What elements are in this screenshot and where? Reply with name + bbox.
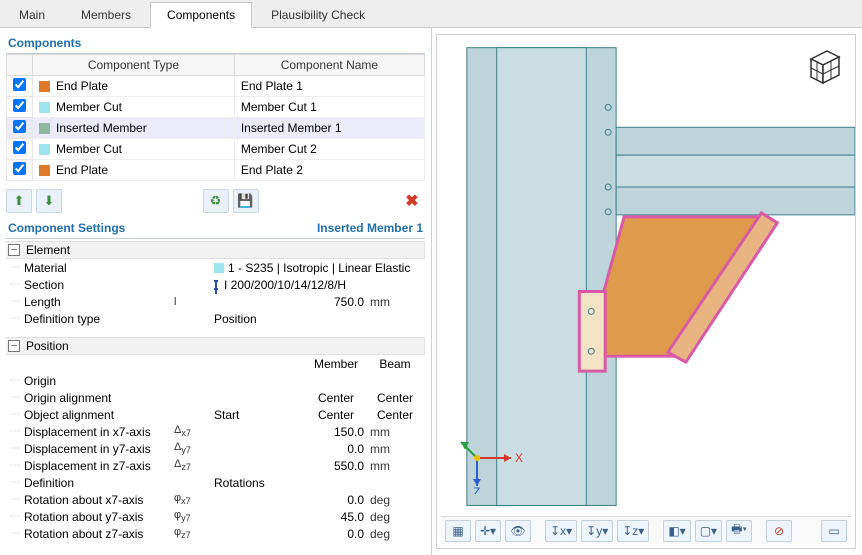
row-check[interactable] <box>13 120 26 133</box>
table-row[interactable]: Member Cut Member Cut 2 <box>7 139 425 160</box>
row-check[interactable] <box>13 99 26 112</box>
prop-rot-y[interactable]: ⋯ Rotation about y7-axis φy7 45.0 deg <box>6 508 425 525</box>
print-button[interactable]: 🖶▾ <box>726 520 752 542</box>
color-swatch <box>39 123 50 134</box>
table-row[interactable]: Member Cut Member Cut 1 <box>7 97 425 118</box>
row-name: Member Cut 2 <box>234 139 424 160</box>
settings-subject: Inserted Member 1 <box>317 221 423 235</box>
prop-deftype[interactable]: ⋯ Definition type Position <box>6 310 425 327</box>
viewport-toolbar: ▦ ✛▾ 👁 ↧x▾ ↧y▾ ↧z▾ ◧▾ ▢▾ 🖶▾ ⊘ ▭ <box>441 516 851 544</box>
color-swatch <box>39 81 50 92</box>
view-wire-button[interactable]: ▢▾ <box>695 520 722 542</box>
cube-wire-icon: ▢▾ <box>700 524 717 538</box>
prop-disp-z[interactable]: ⋯ Displacement in z7-axis Δz7 550.0 mm <box>6 457 425 474</box>
view-cube-icon[interactable] <box>801 45 845 89</box>
move-up-button[interactable]: ⬆ <box>6 189 32 213</box>
prop-definition[interactable]: ⋯ Definition Rotations <box>6 474 425 491</box>
close-icon: ✖ <box>405 191 418 211</box>
prop-object-alignment[interactable]: ⋯ Object alignment Start Center Center <box>6 406 425 423</box>
view-tool-2[interactable]: ✛▾ <box>475 520 501 542</box>
prop-disp-x[interactable]: ⋯ Displacement in x7-axis Δx7 150.0 mm <box>6 423 425 440</box>
row-check[interactable] <box>13 141 26 154</box>
settings-title: Component Settings <box>8 221 125 235</box>
prop-rot-z[interactable]: ⋯ Rotation about z7-axis φz7 0.0 deg <box>6 525 425 542</box>
row-type: End Plate <box>56 79 108 93</box>
table-row[interactable]: End Plate End Plate 2 <box>7 160 425 181</box>
maximize-button[interactable]: ▭ <box>821 520 847 542</box>
print-icon: 🖶▾ <box>731 520 747 541</box>
tab-main[interactable]: Main <box>2 2 62 27</box>
move-down-button[interactable]: ⬇ <box>36 189 62 213</box>
row-name: End Plate 2 <box>234 160 424 181</box>
tab-components[interactable]: Components <box>150 2 252 28</box>
col-type[interactable]: Component Type <box>33 55 235 76</box>
tab-strip: Main Members Components Plausibility Che… <box>0 0 862 28</box>
view-reset-button[interactable]: ⊘ <box>766 520 792 542</box>
settings-header: Component Settings Inserted Member 1 <box>6 219 425 239</box>
row-check[interactable] <box>13 78 26 91</box>
prop-origin[interactable]: ⋯ Origin <box>6 372 425 389</box>
components-table: Component Type Component Name End Plate … <box>6 54 425 181</box>
view-z-button[interactable]: ↧z▾ <box>617 520 649 542</box>
cube-shade-icon: ◧▾ <box>668 524 685 538</box>
tab-plausibility[interactable]: Plausibility Check <box>254 2 382 27</box>
model-render <box>437 35 855 548</box>
axis-y-icon: ↧y▾ <box>586 524 608 538</box>
save-button[interactable]: 💾 <box>233 189 259 213</box>
table-row[interactable]: Inserted Member Inserted Member 1 <box>7 118 425 139</box>
tab-members[interactable]: Members <box>64 2 148 27</box>
group-element[interactable]: – Element <box>6 241 425 259</box>
col-name[interactable]: Component Name <box>234 55 424 76</box>
components-toolbar: ⬆ ⬇ ♻ 💾 ✖ <box>6 181 425 219</box>
row-type: End Plate <box>56 163 108 177</box>
axis-z-icon: ↧z▾ <box>622 524 644 538</box>
prop-length[interactable]: ⋯ Length l 750.0 mm <box>6 293 425 310</box>
row-name: Member Cut 1 <box>234 97 424 118</box>
collapse-icon[interactable]: – <box>8 340 20 352</box>
model-viewport[interactable]: X Z ▦ ✛▾ 👁 ↧x▾ ↧y▾ ↧z▾ ◧▾ ▢▾ 🖶▾ ⊘ ▭ <box>436 34 856 549</box>
reset-icon: ⊘ <box>774 524 784 538</box>
row-name: Inserted Member 1 <box>234 118 424 139</box>
prop-material[interactable]: ⋯ Material 1 - S235 | Isotropic | Linear… <box>6 259 425 276</box>
axis-x-icon: ↧x▾ <box>550 524 572 538</box>
save-icon: 💾 <box>237 193 253 209</box>
axes-icon: ✛▾ <box>480 524 496 538</box>
components-title: Components <box>6 32 425 54</box>
row-type: Member Cut <box>56 142 122 156</box>
arrow-down-icon: ⬇ <box>44 193 55 209</box>
left-pane: Components Component Type Component Name… <box>0 28 432 555</box>
refresh-icon: ♻ <box>210 193 222 209</box>
grid-icon: ▦ <box>452 524 463 538</box>
prop-origin-alignment[interactable]: ⋯ Origin alignment Center Center <box>6 389 425 406</box>
material-swatch-icon <box>214 263 224 273</box>
table-row[interactable]: End Plate End Plate 1 <box>7 76 425 97</box>
prop-section[interactable]: ⋯ Section I 200/200/10/14/12/8/H <box>6 276 425 293</box>
prop-disp-y[interactable]: ⋯ Displacement in y7-axis Δy7 0.0 mm <box>6 440 425 457</box>
maximize-icon: ▭ <box>828 524 839 538</box>
section-profile-icon <box>214 280 218 290</box>
view-shade-button[interactable]: ◧▾ <box>663 520 690 542</box>
color-swatch <box>39 144 50 155</box>
view-x-button[interactable]: ↧x▾ <box>545 520 577 542</box>
collapse-icon[interactable]: – <box>8 244 20 256</box>
prop-rot-x[interactable]: ⋯ Rotation about x7-axis φx7 0.0 deg <box>6 491 425 508</box>
property-tree: – Element ⋯ Material 1 - S235 | Isotropi… <box>6 241 425 542</box>
arrow-up-icon: ⬆ <box>14 193 25 209</box>
position-subheader: Member Beam <box>6 355 425 372</box>
eye-icon: 👁 <box>510 524 525 538</box>
delete-button[interactable]: ✖ <box>399 189 425 213</box>
refresh-button[interactable]: ♻ <box>203 189 229 213</box>
view-y-button[interactable]: ↧y▾ <box>581 520 613 542</box>
view-tool-1[interactable]: ▦ <box>445 520 471 542</box>
color-swatch <box>39 165 50 176</box>
row-type: Member Cut <box>56 100 122 114</box>
row-check[interactable] <box>13 162 26 175</box>
color-swatch <box>39 102 50 113</box>
group-position[interactable]: – Position <box>6 337 425 355</box>
row-name: End Plate 1 <box>234 76 424 97</box>
group-label: Position <box>26 339 69 353</box>
view-tool-3[interactable]: 👁 <box>505 520 531 542</box>
group-label: Element <box>26 243 70 257</box>
row-type: Inserted Member <box>56 121 147 135</box>
